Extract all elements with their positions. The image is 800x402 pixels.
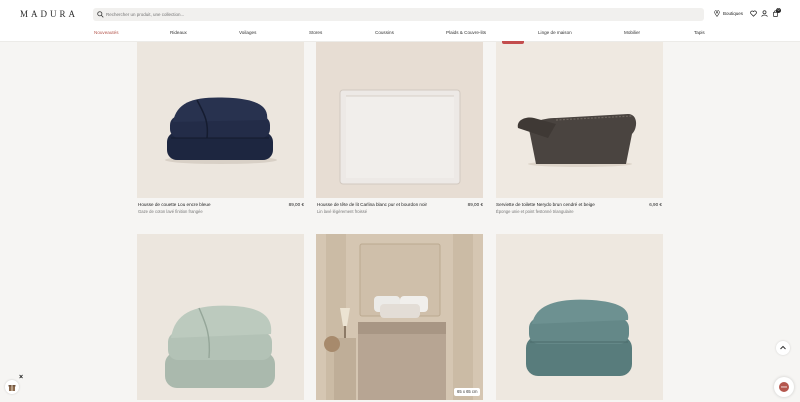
- user-icon[interactable]: [761, 10, 768, 17]
- nav-item-mobilier[interactable]: Mobilier: [624, 30, 640, 35]
- product-image[interactable]: [496, 42, 663, 198]
- product-image[interactable]: [316, 42, 483, 198]
- product-title[interactable]: Housse de couette Lou encre bleue: [138, 202, 211, 207]
- product-subtitle: Lin lavé légèrement froissé: [317, 209, 368, 214]
- stores-label: Boutiques: [723, 11, 744, 16]
- nav-item-stores[interactable]: Stores: [309, 30, 322, 35]
- nav-item-plaids[interactable]: Plaids & Couvre-lits: [446, 30, 486, 35]
- bedroom-scene-icon: [316, 234, 483, 400]
- nav-item-rideaux[interactable]: Rideaux: [170, 30, 187, 35]
- product-price: 89,00 €: [467, 202, 483, 207]
- product-price: 89,00 €: [288, 202, 304, 207]
- main-nav: Nouveautés Rideaux Voilages Stores Couss…: [0, 30, 800, 38]
- folded-teal-duvet-icon: [526, 299, 632, 376]
- folded-navy-duvet-icon: [165, 97, 277, 164]
- product-image[interactable]: [316, 234, 483, 400]
- nav-item-tapis[interactable]: Tapis: [694, 30, 705, 35]
- folded-sage-duvet-icon: [165, 305, 275, 388]
- size-tag: 65 x 65 cm: [454, 388, 481, 396]
- nav-item-nouveautes[interactable]: Nouveautés: [94, 30, 119, 35]
- cart-count-badge: 0: [776, 8, 781, 13]
- search-input[interactable]: [106, 8, 686, 21]
- chat-bubble-icon: [779, 382, 789, 392]
- product-price: 6,90 €: [649, 202, 662, 207]
- product-title[interactable]: Housse de tête de lit Carlina blanc pur …: [317, 202, 427, 207]
- product-subtitle: Gaze de coton lavé finition frangée: [138, 209, 203, 214]
- logo[interactable]: MADURA: [20, 9, 78, 19]
- chevron-up-icon: [780, 345, 786, 350]
- close-icon[interactable]: ×: [19, 374, 23, 381]
- site-header: MADURA Boutiques 0 Nouveautés Rideaux Vo…: [0, 0, 800, 42]
- product-image[interactable]: [137, 42, 304, 198]
- product-title[interactable]: Serviette de toilette Nerydo brun cendré…: [496, 202, 595, 207]
- search-icon: [97, 11, 104, 18]
- search-bar[interactable]: [93, 8, 704, 21]
- white-headboard-cover-icon: [339, 89, 461, 185]
- nav-item-coussins[interactable]: Coussins: [375, 30, 394, 35]
- location-pin-icon: [714, 10, 720, 17]
- heart-icon[interactable]: [750, 10, 757, 17]
- nav-item-linge[interactable]: Linge de maison: [538, 30, 572, 35]
- chat-button[interactable]: [774, 377, 794, 397]
- stores-link[interactable]: Boutiques: [714, 10, 743, 17]
- product-image[interactable]: [137, 234, 304, 400]
- scroll-top-button[interactable]: [776, 341, 790, 355]
- promo-badge: [502, 41, 524, 44]
- nav-item-voilages[interactable]: Voilages: [239, 30, 256, 35]
- folded-brown-towel-icon: [517, 114, 637, 167]
- gift-icon: [8, 385, 16, 391]
- product-subtitle: Éponge unie et point festonné triangulai…: [496, 209, 574, 214]
- product-image[interactable]: [496, 234, 663, 400]
- gift-widget[interactable]: [5, 380, 19, 394]
